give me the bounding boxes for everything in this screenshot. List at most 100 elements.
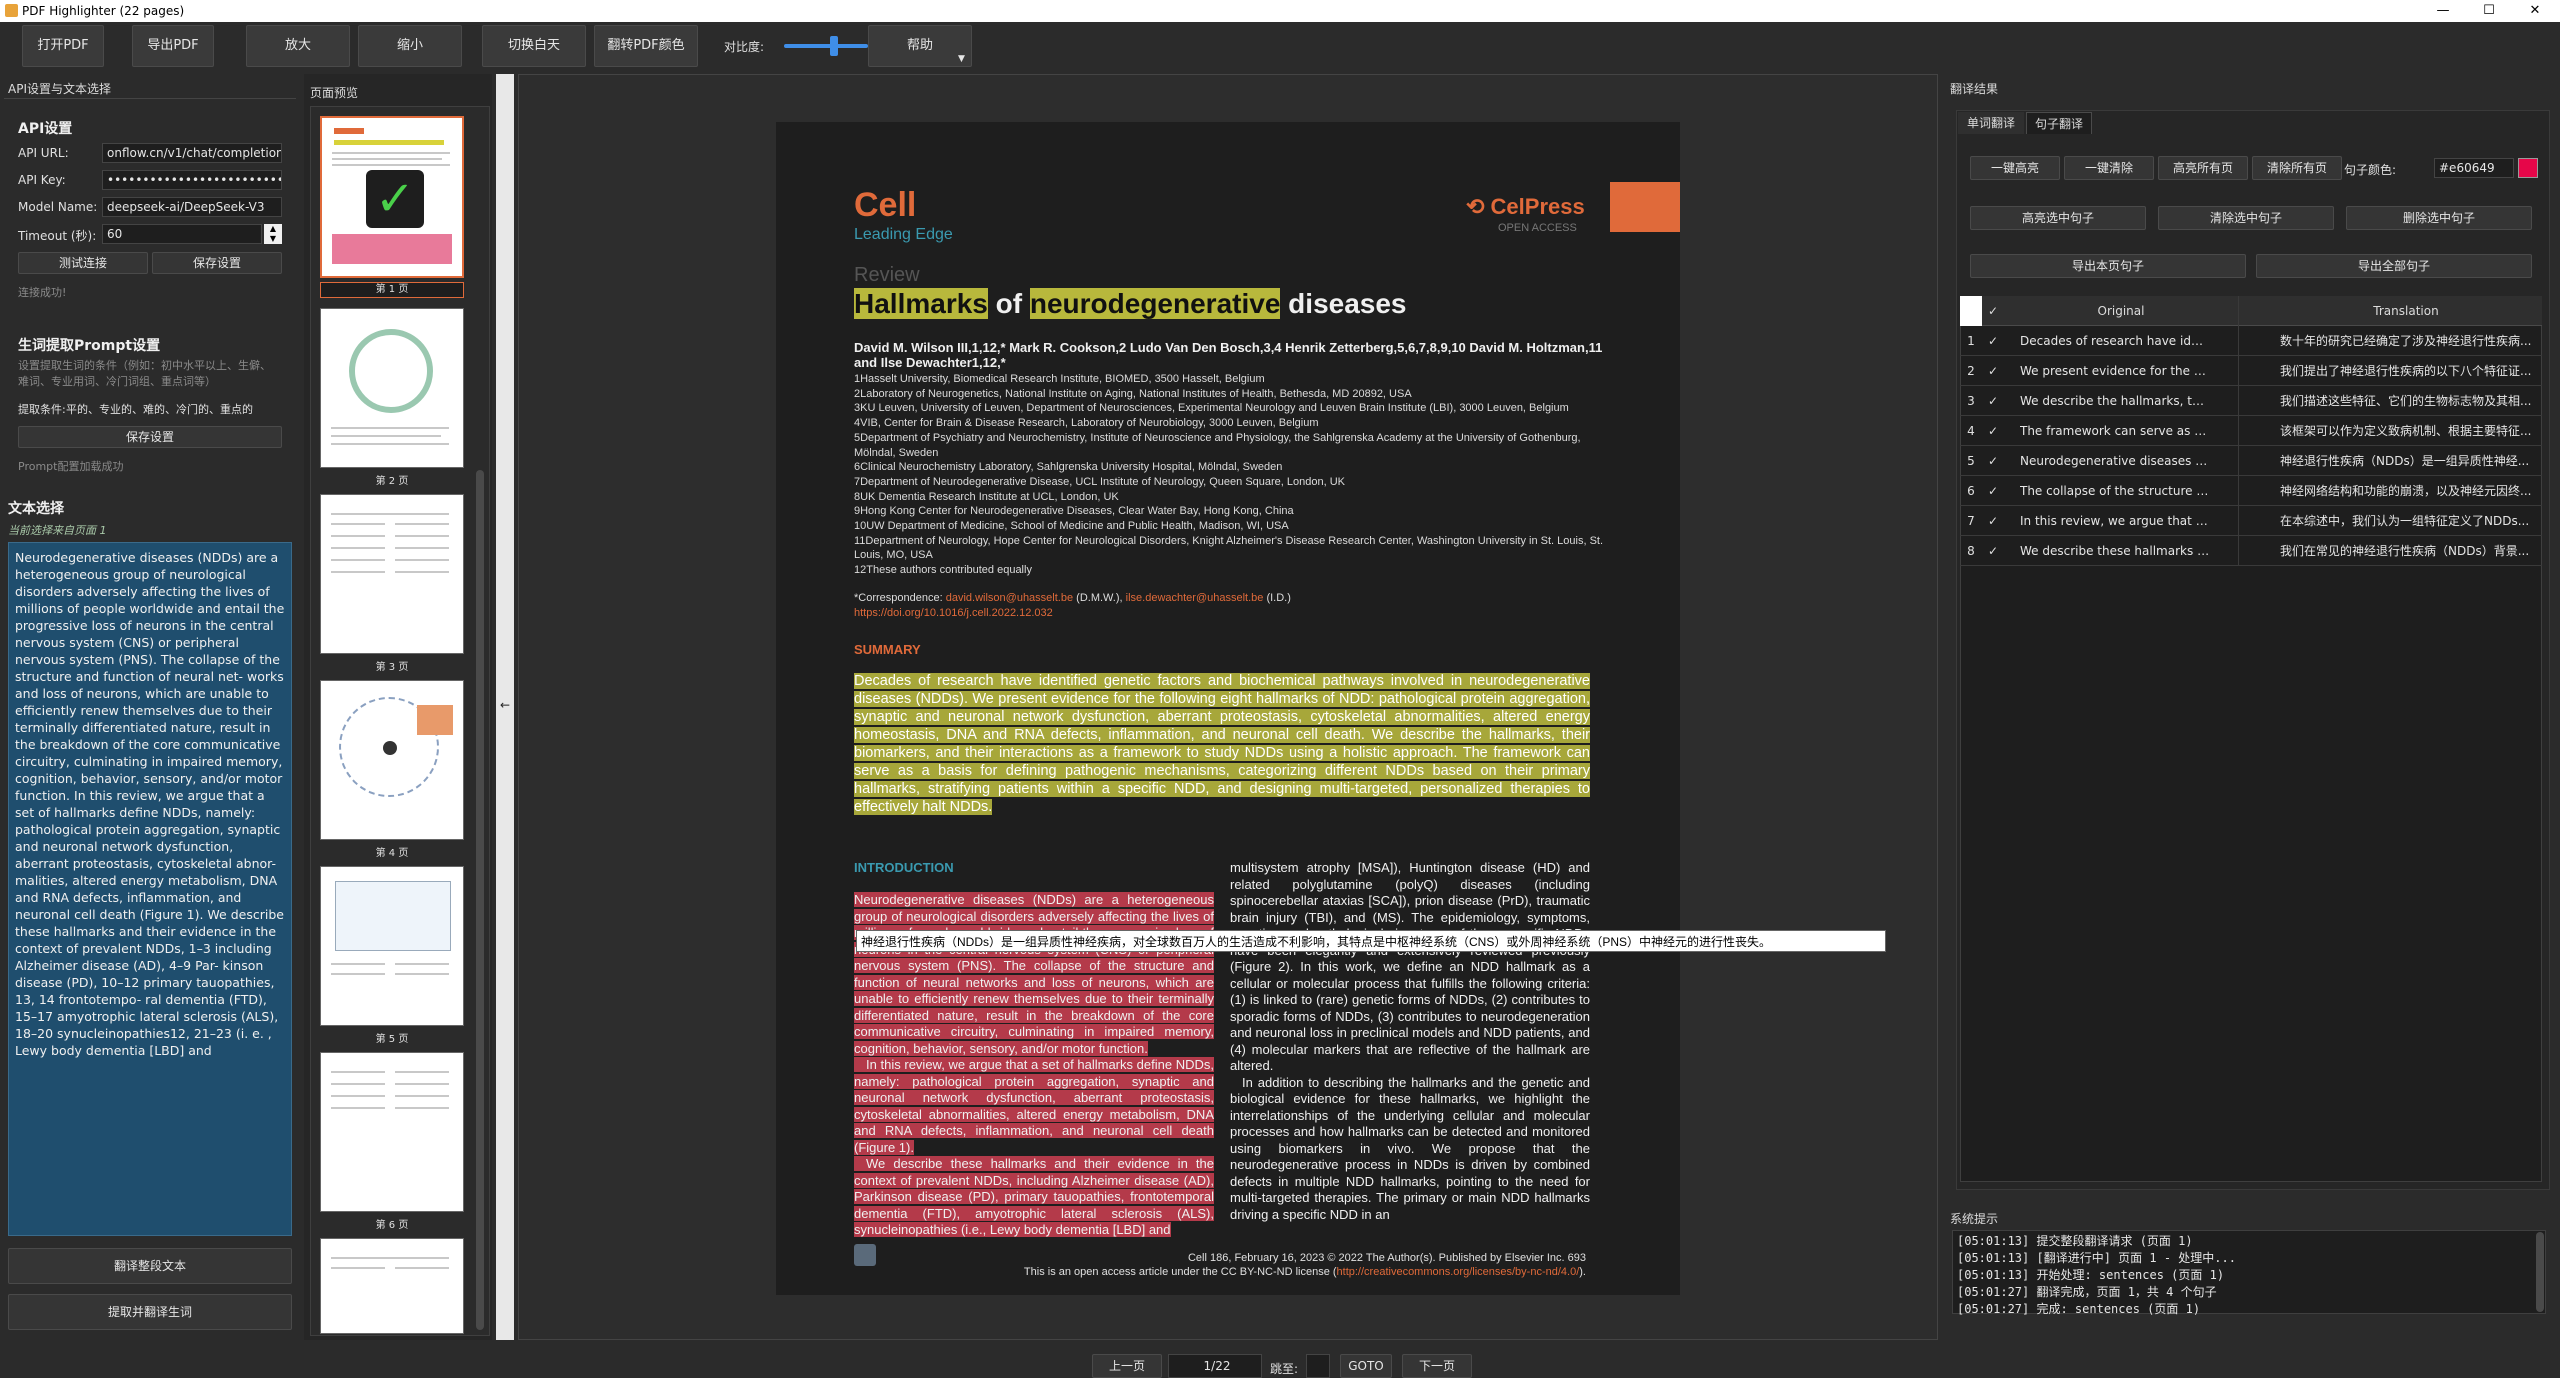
sentence-color-input[interactable]: #e60649 [2434,158,2514,178]
row-number: 6 [1967,484,1975,498]
row-check[interactable]: ✓ [1982,356,2004,386]
thumbnail-label-3: 第 3 页 [375,662,409,673]
column-translation[interactable]: Translation [2276,296,2536,326]
translate-paragraph-button[interactable]: 翻译整段文本 [8,1248,292,1284]
table-row[interactable]: 1 ✓ Decades of research have identified ..… [1960,326,2542,356]
contrast-slider-track[interactable] [784,44,868,48]
license-link[interactable]: http://creativecommons.org/licenses/by-n… [1337,1266,1580,1278]
export-all-sentences-button[interactable]: 导出全部句子 [2256,254,2532,278]
row-check[interactable]: ✓ [1982,326,2004,356]
table-row[interactable]: 3 ✓ We describe the hallmarks, their ... 我们… [1960,386,2542,416]
highlight-selected-button[interactable]: 高亮选中句子 [1970,206,2146,230]
window-title: PDF Highlighter (22 pages) [22,4,185,18]
test-connection-button[interactable]: 测试连接 [18,252,148,274]
close-button[interactable]: ✕ [2512,0,2558,22]
journal-name: Cell [854,186,917,224]
table-row[interactable]: 4 ✓ The framework can serve as a basis for… [1960,416,2542,446]
highlight-all-pages-button[interactable]: 高亮所有页 [2158,156,2248,180]
row-number: 5 [1967,454,1975,468]
table-row[interactable]: 5 ✓ Neurodegenerative diseases (NDDs) are … [1960,446,2542,476]
publisher-name: CelPress [1490,194,1585,219]
help-dropdown-icon[interactable]: ▼ [958,54,965,64]
contrast-label: 对比度: [724,40,765,54]
prompt-save-button[interactable]: 保存设置 [18,426,282,448]
jump-input[interactable] [1306,1354,1330,1378]
export-page-sentences-button[interactable]: 导出本页句子 [1970,254,2246,278]
delete-selected-button[interactable]: 删除选中句子 [2346,206,2532,230]
collapse-arrow-icon[interactable]: ← [496,698,514,712]
api-key-input[interactable]: •••••••••••••••••••••••••••• [102,170,282,190]
thumbnail-scrollbar[interactable] [476,470,484,1330]
highlight-one-button[interactable]: 一键高亮 [1970,156,2060,180]
thumbnail-page-5[interactable] [320,866,464,1026]
clear-selected-button[interactable]: 清除选中句子 [2158,206,2334,230]
color-swatch[interactable] [2518,158,2538,178]
api-url-input[interactable]: onflow.cn/v1/chat/completions [102,143,282,163]
toggle-day-night-button[interactable]: 切换白天 [482,25,586,67]
zoom-in-button[interactable]: 放大 [246,25,350,67]
row-check[interactable]: ✓ [1982,416,2004,446]
extract-words-button[interactable]: 提取并翻译生词 [8,1294,292,1330]
open-pdf-button[interactable]: 打开PDF [22,25,104,67]
summary-heading: SUMMARY [854,642,921,657]
prompt-condition-input[interactable]: 平的、专业的、难的、冷门的、重点的 [66,401,284,417]
thumbnail-page-2[interactable] [320,308,464,468]
row-check[interactable]: ✓ [1982,476,2004,506]
row-translation: 神经网络结构和功能的崩溃，以及神经元因终... [2280,484,2532,498]
invert-pdf-color-button[interactable]: 翻转PDF颜色 [594,25,698,67]
save-settings-button[interactable]: 保存设置 [152,252,282,274]
email-link-1[interactable]: david.wilson@uhasselt.be [946,592,1073,604]
thumbnail-page-4[interactable] [320,680,464,840]
model-name-input[interactable]: deepseek-ai/DeepSeek-V3 [102,197,282,217]
thumbnail-label-1: 第 1 页 [320,282,464,298]
select-all-cell[interactable] [1960,296,1982,326]
thumbnail-page-7[interactable] [320,1238,464,1334]
row-check[interactable]: ✓ [1982,446,2004,476]
row-number: 8 [1967,544,1975,558]
summary-text[interactable]: Decades of research have identified gene… [854,672,1590,816]
pdf-page[interactable]: Cell Leading Edge ⟲ CelPress OPEN ACCESS… [776,122,1886,1295]
table-row[interactable]: 6 ✓ The collapse of the structure and func… [1960,476,2542,506]
affiliations: 1Hasselt University, Biomedical Research… [854,372,1614,578]
contrast-slider-handle[interactable] [830,36,839,56]
affiliation-line: 11Department of Neurology, Hope Center f… [854,534,1604,562]
right-panel-header: 翻译结果 [1950,82,1999,96]
clear-all-pages-button[interactable]: 清除所有页 [2252,156,2342,180]
affiliation-line: 1Hasselt University, Biomedical Research… [854,373,1265,385]
email-link-2[interactable]: ilse.dewachter@uhasselt.be [1126,592,1264,604]
selected-text-box[interactable]: Neurodegenerative diseases (NDDs) are a … [8,542,292,1236]
intro-right-column[interactable]: multisystem atrophy [MSA]), Huntington d… [1230,860,1590,1223]
minimize-button[interactable]: — [2420,0,2466,22]
zoom-out-button[interactable]: 缩小 [358,25,462,67]
thumbnail-page-1[interactable]: ✓ [320,116,464,278]
thumbnail-page-6[interactable] [320,1052,464,1212]
clear-one-button[interactable]: 一键清除 [2064,156,2154,180]
row-check[interactable]: ✓ [1982,386,2004,416]
row-check[interactable]: ✓ [1982,506,2004,536]
table-row[interactable]: 7 ✓ In this review, we argue that a set of… [1960,506,2542,536]
row-original: Decades of research have identified ... [2020,334,2210,348]
thumbnail-page-3[interactable] [320,494,464,654]
connection-status: 连接成功! [18,286,67,299]
log-scrollbar[interactable] [2536,1232,2544,1312]
table-row[interactable]: 2 ✓ We present evidence for the following … [1960,356,2542,386]
maximize-button[interactable]: ☐ [2466,0,2512,22]
table-row[interactable]: 8 ✓ We describe these hallmarks and their … [1960,536,2542,566]
export-pdf-button[interactable]: 导出PDF [132,25,214,67]
affiliation-line: 5Department of Psychiatry and Neurochemi… [854,431,1581,459]
prev-page-button[interactable]: 上一页 [1092,1354,1162,1378]
article-title: Hallmarks of neurodegenerative diseases [854,288,1407,319]
tab-sentence-translation[interactable]: 句子翻译 [2026,112,2092,134]
doi-link[interactable]: https://doi.org/10.1016/j.cell.2022.12.0… [854,607,1053,619]
goto-button[interactable]: GOTO [1340,1354,1392,1378]
model-name-label: Model Name: [18,200,98,214]
tab-word-translation[interactable]: 单词翻译 [1958,112,2024,134]
help-button[interactable]: 帮助 [868,25,972,67]
row-check[interactable]: ✓ [1982,536,2004,566]
column-original[interactable]: Original [2004,296,2238,326]
timeout-input[interactable]: 60 [102,224,262,244]
prompt-status: Prompt配置加载成功 [18,460,124,473]
next-page-button[interactable]: 下一页 [1402,1354,1472,1378]
timeout-spinner-icon[interactable]: ▲ ▼ [264,224,282,244]
api-settings-title: API设置 [18,121,73,137]
